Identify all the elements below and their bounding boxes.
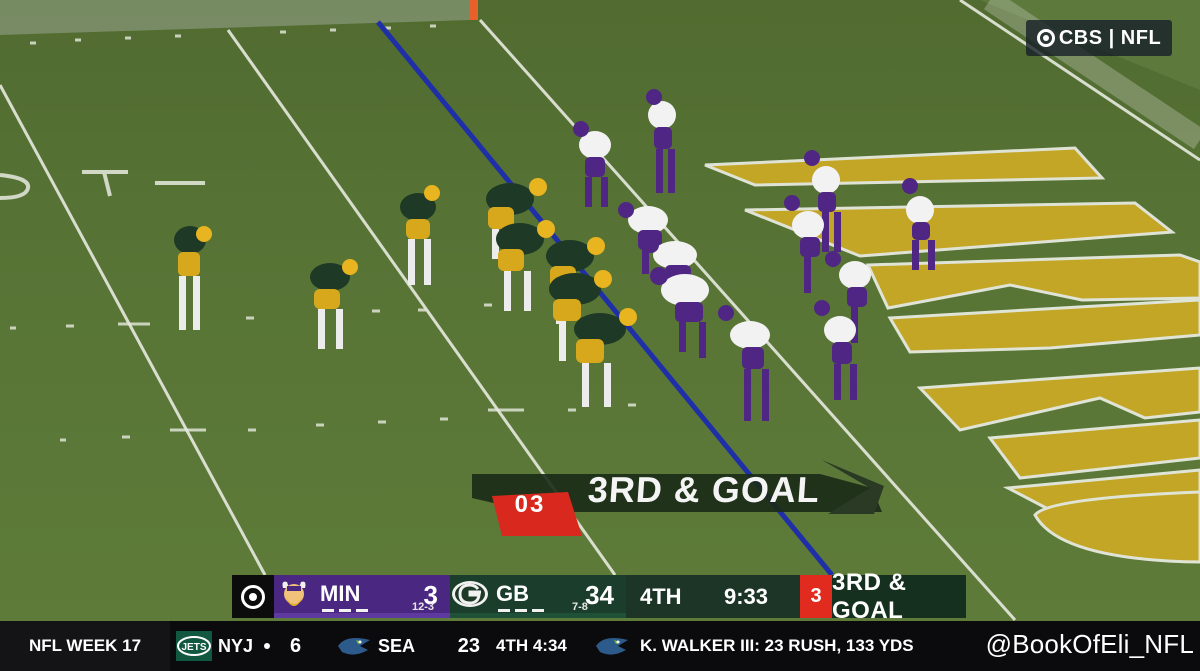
cbs-eye-icon	[241, 584, 265, 609]
jets-icon: JETS	[174, 627, 214, 665]
score-bug: MIN 3 12-3 GB 34 7-8 4TH 9:33 3 3RD & GO…	[232, 569, 966, 624]
quarter: 4TH	[640, 583, 682, 609]
score-bug-network	[232, 575, 274, 618]
ticker-home-score: 23	[457, 634, 480, 657]
packers-players	[174, 178, 637, 407]
yard-number	[0, 170, 205, 200]
seahawks-icon	[592, 627, 632, 665]
home-team-score: 34	[585, 580, 614, 610]
home-team-panel: GB 34 7-8	[450, 575, 626, 618]
football-field	[0, 0, 1200, 621]
game-clock: 9:33	[724, 583, 769, 609]
away-timeouts	[322, 609, 368, 612]
ticker-game-clock: 4TH 4:34	[496, 636, 567, 655]
ticker-away-score: 6	[290, 634, 302, 657]
sideline-strip	[0, 0, 470, 35]
down-graphic-text: 3RD & GOAL	[586, 469, 822, 510]
away-team-record: 12-3	[412, 601, 435, 613]
broadcast-frame: CBS | NFL 03 3RD & GOAL MIN 3 12-3 GB 34…	[0, 0, 1200, 671]
viking-icon	[274, 575, 314, 613]
down-and-distance: 3RD & GOAL	[832, 569, 966, 624]
ticker-week-label: NFL WEEK 17	[0, 621, 170, 671]
seahawks-icon	[334, 627, 374, 665]
cbs-eye-icon	[1036, 29, 1055, 47]
home-team-record: 7-8	[572, 601, 588, 613]
home-timeouts	[498, 609, 544, 612]
away-team-abbr: MIN	[320, 581, 361, 606]
svg-text:JETS: JETS	[181, 642, 206, 653]
network-bug-text: CBS | NFL	[1058, 26, 1162, 49]
packers-g-icon	[450, 575, 490, 613]
down-graphic-yard-number: 03	[514, 491, 546, 518]
watermark-handle: @BookOfEli_NFL	[985, 629, 1194, 659]
home-team-abbr: GB	[496, 581, 529, 606]
game-clock-panel: 4TH 9:33	[626, 575, 800, 618]
pylon-marker	[470, 0, 478, 20]
score-ticker: NFL WEEK 17 JETS NYJ 6 SEA 23 4TH 4:34 K…	[0, 621, 1200, 671]
down-distance-graphic: 03 3RD & GOAL	[472, 458, 888, 536]
network-bug: CBS | NFL	[1026, 20, 1172, 56]
away-team-panel: MIN 3 12-3	[274, 575, 450, 618]
ticker-home-abbr: SEA	[378, 635, 416, 656]
down-number-badge: 3	[800, 575, 832, 618]
possession-indicator	[264, 643, 270, 649]
ticker-stat-line: K. WALKER III: 23 RUSH, 133 YDS	[640, 636, 914, 655]
